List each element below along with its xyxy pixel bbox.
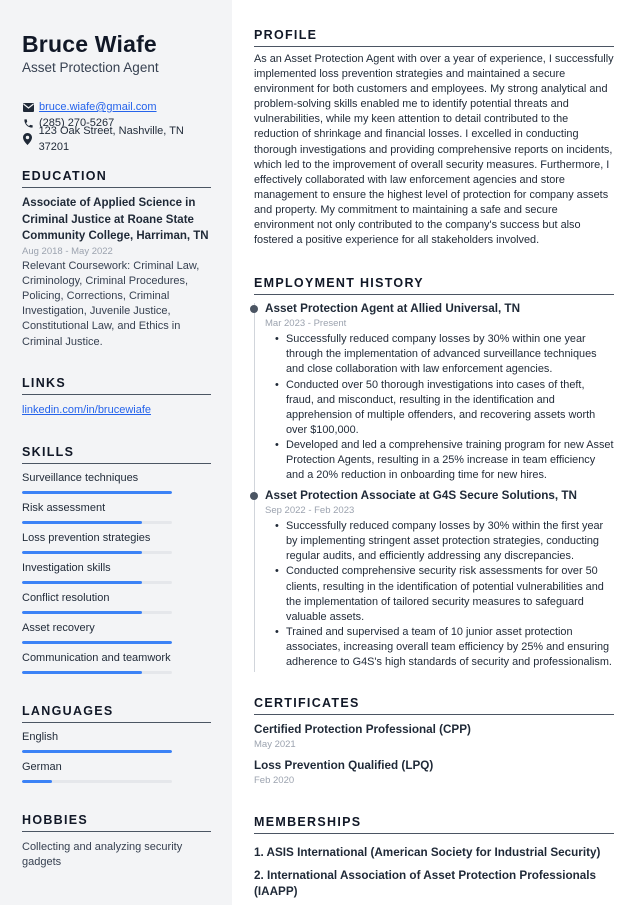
- education-description: Relevant Coursework: Criminal Law, Crimi…: [22, 259, 200, 348]
- certificate-item: Certified Protection Professional (CPP) …: [254, 722, 614, 751]
- skills-section: SKILLS Surveillance techniques Risk asses…: [22, 445, 211, 674]
- education-heading: EDUCATION: [22, 169, 211, 188]
- skill-level-fill: [22, 580, 142, 584]
- job-entry: Asset Protection Agent at Allied Univers…: [250, 301, 614, 483]
- skill-level-fill: [22, 490, 172, 494]
- skill-item: Communication and teamwork: [22, 651, 211, 674]
- skill-label: Investigation skills: [22, 561, 111, 574]
- job-bullets: Successfully reduced company losses by 3…: [265, 519, 614, 670]
- profile-section: PROFILE As an Asset Protection Agent wit…: [254, 28, 614, 248]
- skill-label: Asset recovery: [22, 621, 95, 634]
- job-title: Asset Protection Agent: [22, 60, 159, 75]
- address: 123 Oak Street, Nashville, TN 37201: [38, 125, 184, 153]
- employment-timeline: Asset Protection Agent at Allied Univers…: [250, 301, 614, 672]
- linkedin-link[interactable]: linkedin.com/in/brucewiafe: [22, 403, 211, 418]
- map-pin-icon: [22, 133, 34, 145]
- employment-section: EMPLOYMENT HISTORY Asset Protection Agen…: [250, 276, 614, 672]
- employment-heading: EMPLOYMENT HISTORY: [254, 276, 614, 296]
- certificate-date: May 2021: [254, 739, 296, 751]
- skill-item: Loss prevention strategies: [22, 531, 211, 554]
- skill-level-fill: [22, 670, 142, 674]
- education-dates: Aug 2018 - May 2022: [22, 245, 113, 257]
- skill-level-fill: [22, 640, 172, 644]
- language-item: English: [22, 730, 211, 753]
- skill-level-bar: [22, 670, 172, 674]
- skill-label: Conflict resolution: [22, 591, 110, 604]
- sidebar: Bruce Wiafe Asset Protection Agent bruce…: [0, 0, 232, 905]
- skill-level-fill: [22, 520, 142, 524]
- degree-title: Associate of Applied Science in Criminal…: [22, 197, 209, 242]
- skill-item: Asset recovery: [22, 621, 211, 644]
- skill-item: Conflict resolution: [22, 591, 211, 614]
- links-section: LINKS linkedin.com/in/brucewiafe: [22, 376, 211, 418]
- job-bullet: Conducted over 50 thorough investigation…: [275, 378, 614, 438]
- timeline-dot-icon: [250, 305, 258, 314]
- language-label: German: [22, 760, 62, 773]
- job-bullet: Successfully reduced company losses by 3…: [275, 332, 614, 377]
- skill-level-bar: [22, 610, 172, 614]
- membership-item: 1. ASIS International (American Society …: [254, 846, 601, 860]
- languages-section: LANGUAGES English German: [22, 704, 211, 783]
- skill-level-bar: [22, 520, 172, 524]
- hobby-item: Collecting and analyzing security gadget…: [22, 840, 183, 868]
- skill-item: Investigation skills: [22, 561, 211, 584]
- certificate-title: Certified Protection Professional (CPP): [254, 723, 471, 737]
- candidate-name: Bruce Wiafe: [22, 31, 157, 57]
- job-entry: Asset Protection Associate at G4S Secure…: [250, 488, 614, 670]
- profile-text: As an Asset Protection Agent with over a…: [254, 53, 614, 247]
- language-level-bar: [22, 749, 172, 753]
- job-bullet: Successfully reduced company losses by 3…: [275, 519, 614, 564]
- profile-heading: PROFILE: [254, 28, 614, 47]
- skill-label: Loss prevention strategies: [22, 531, 151, 544]
- email-link[interactable]: bruce.wiafe@gmail.com: [39, 99, 157, 115]
- job-bullet: Developed and led a comprehensive traini…: [275, 438, 614, 483]
- certificate-date: Feb 2020: [254, 775, 295, 787]
- job-dates: Mar 2023 - Present: [265, 318, 347, 330]
- skill-level-bar: [22, 580, 172, 584]
- skill-label: Communication and teamwork: [22, 651, 171, 664]
- job-bullet: Conducted comprehensive security risk as…: [275, 564, 614, 624]
- timeline-dot-icon: [250, 492, 258, 501]
- contact-email: bruce.wiafe@gmail.com: [22, 99, 211, 115]
- phone-icon: [22, 117, 34, 129]
- certificates-section: CERTIFICATES Certified Protection Profes…: [254, 696, 614, 787]
- hobbies-section: HOBBIES Collecting and analyzing securit…: [22, 813, 211, 870]
- language-level-bar: [22, 779, 172, 783]
- language-item: German: [22, 760, 211, 783]
- job-title: Asset Protection Associate at G4S Secure…: [265, 489, 577, 503]
- main-content: PROFILE As an Asset Protection Agent wit…: [250, 0, 614, 900]
- hobbies-heading: HOBBIES: [22, 813, 211, 832]
- education-section: EDUCATION Associate of Applied Science i…: [22, 169, 211, 350]
- certificate-item: Loss Prevention Qualified (LPQ) Feb 2020: [254, 758, 614, 787]
- skill-level-bar: [22, 640, 172, 644]
- skill-item: Surveillance techniques: [22, 471, 211, 494]
- language-level-fill: [22, 779, 52, 783]
- skill-level-bar: [22, 490, 172, 494]
- skill-level-fill: [22, 550, 142, 554]
- memberships-section: MEMBERSHIPS 1. ASIS International (Ameri…: [254, 815, 614, 900]
- job-bullets: Successfully reduced company losses by 3…: [265, 332, 614, 483]
- skills-heading: SKILLS: [22, 445, 211, 464]
- links-heading: LINKS: [22, 376, 211, 395]
- contact-address: 123 Oak Street, Nashville, TN 37201: [22, 125, 211, 153]
- job-title: Asset Protection Agent at Allied Univers…: [265, 302, 521, 316]
- certificates-heading: CERTIFICATES: [254, 696, 614, 716]
- skill-label: Risk assessment: [22, 501, 106, 514]
- membership-item: 2. International Association of Asset Pr…: [254, 869, 597, 899]
- languages-heading: LANGUAGES: [22, 704, 211, 723]
- language-level-fill: [22, 749, 172, 753]
- envelope-icon: [22, 101, 34, 113]
- certificate-title: Loss Prevention Qualified (LPQ): [254, 759, 434, 773]
- contact-list: bruce.wiafe@gmail.com (285) 270-5267 123…: [22, 99, 211, 153]
- skill-level-bar: [22, 550, 172, 554]
- memberships-heading: MEMBERSHIPS: [254, 815, 614, 835]
- job-dates: Sep 2022 - Feb 2023: [265, 505, 355, 517]
- skill-label: Surveillance techniques: [22, 471, 139, 484]
- language-label: English: [22, 730, 59, 743]
- job-bullet: Trained and supervised a team of 10 juni…: [275, 625, 614, 670]
- skill-level-fill: [22, 610, 142, 614]
- skill-item: Risk assessment: [22, 501, 211, 524]
